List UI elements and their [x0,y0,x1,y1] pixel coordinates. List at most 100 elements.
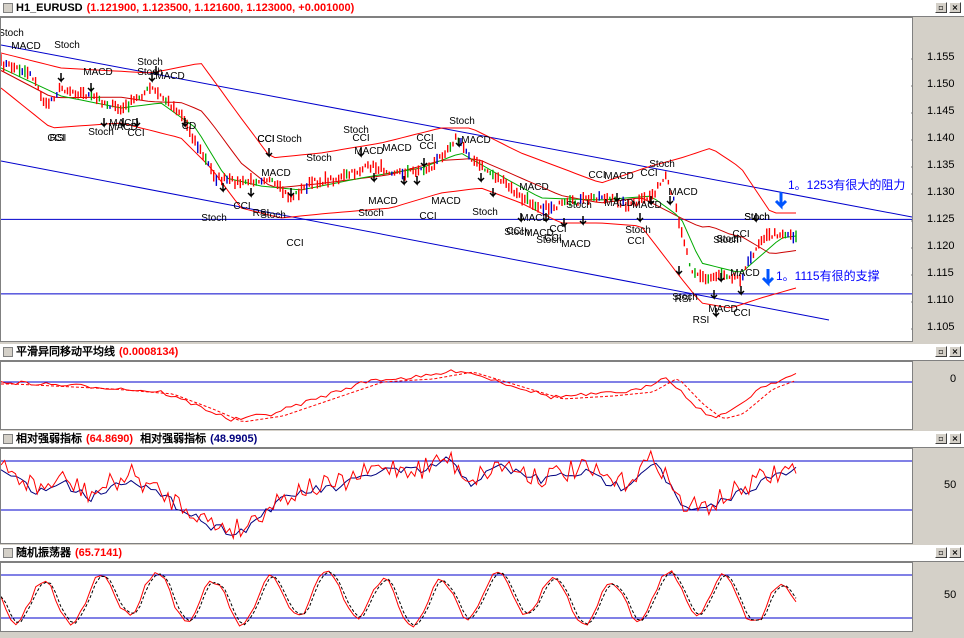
signal-arrow-icon [420,158,428,168]
signal-marker: RSI [50,133,67,144]
signal-label: Stoch [260,210,286,221]
stoch-axis-50: 50 [944,589,957,601]
signal-label: CCI [419,211,436,222]
ohlc-values: (1.121900, 1.123500, 1.121600, 1.123000,… [86,2,355,14]
price-chart-svg: StochMACD StochMACDStochStochMACDCCIRSIMA… [0,28,913,330]
signal-marker: Stoch [625,225,651,236]
signal-label: RSI [693,315,710,326]
signal-marker: MACD [431,196,460,207]
price-axis-label: 1.120 [927,240,955,252]
macd-signal-line [1,371,797,423]
signal-label: MACD [561,239,590,250]
rsi-value-1: (64.8690) [86,433,134,445]
macd-close-button[interactable]: × [949,346,961,357]
price-plot[interactable]: Stoch MACD Stoch MACD Stoch Stoch MACD CCI RSI MA… [0,17,913,342]
signal-label: MACD [519,182,548,193]
rsi-line-1 [0,449,797,541]
price-axis-label: 1.130 [927,186,955,198]
stoch-close-button[interactable]: × [949,547,961,558]
signal-label: Stoch [672,292,698,303]
signal-label: CD [182,121,196,132]
signal-marker: MACD [354,146,383,157]
signal-marker: Stoch [472,207,498,218]
signal-marker: MACD [632,200,661,211]
stoch-plot[interactable] [0,562,913,632]
signal-label: Stoch [54,40,80,51]
signal-marker: CCI [286,238,303,249]
signal-marker: MACD [261,168,290,179]
chart-window-icon [3,3,13,13]
signal-arrow-icon [100,118,108,128]
rsi-plot[interactable] [0,448,913,544]
signal-label: MACD [668,187,697,198]
signal-marker: CCI [257,134,274,145]
signal-marker: Stoch [276,134,302,145]
signal-marker: MACD [730,268,759,279]
signal-marker: CCI [640,168,657,179]
signal-arrow-icon [675,266,683,276]
rsi-title-2: 相对强弱指标 [140,433,207,445]
signal-label: MACD [11,41,40,52]
signal-label: MACD [632,200,661,211]
signal-label: Stoch [358,208,384,219]
price-pane: H1_EURUSD (1.121900, 1.123500, 1.121600, … [0,0,964,342]
signal-arrow-icon [579,216,587,226]
signal-marker: CCI [733,308,750,319]
signal-label: MACD [155,71,184,82]
resistance-arrow-icon [774,192,788,210]
bollinger-middle-line [0,70,797,254]
macd-pane: 平滑异同移动平均线 (0.0008134) ▫ × 0 [0,344,964,430]
moving-average-line [0,67,797,273]
macd-value: (0.0008134) [119,346,179,358]
signal-label: Stoch [713,235,739,246]
rsi-line-2 [0,456,797,536]
signal-arrow-icon [636,213,644,223]
signal-marker: CCI [627,236,644,247]
price-axis-label: 1.150 [927,78,955,90]
signal-marker: MACD [524,228,553,239]
macd-axis-zero: 0 [950,373,957,385]
signal-label: Stoch [201,213,227,224]
macd-restore-button[interactable]: ▫ [935,346,947,357]
signal-arrow-icon [477,173,485,183]
signal-label: Stoch [566,200,592,211]
support-annotation: 1。1115有很的支撑 [776,268,880,283]
signal-label: MACD [83,67,112,78]
signal-marker: MACD [461,135,490,146]
signal-label: Stoch [472,207,498,218]
signal-label: Stoch [744,212,770,223]
support-arrow-icon [761,269,775,287]
signal-marker: CCI [419,211,436,222]
signal-marker: MACD [11,41,40,52]
macd-plot[interactable] [0,361,913,430]
stoch-restore-button[interactable]: ▫ [935,547,947,558]
rsi-axis-50: 50 [944,479,957,491]
signal-label: MACD [354,146,383,157]
signal-label: Stoch [1,28,24,39]
close-button[interactable]: × [949,2,961,13]
signal-marker: MACD [368,196,397,207]
signal-label: CCI [286,238,303,249]
macd-titlebar: 平滑异同移动平均线 (0.0008134) ▫ × [0,344,964,361]
indicator-icon [3,434,13,444]
rsi-restore-button[interactable]: ▫ [935,433,947,444]
signal-label: Stoch [625,225,651,236]
signal-marker: Stoch [358,208,384,219]
signal-marker: MACD [519,182,548,193]
price-axis-label: 1.145 [927,105,955,117]
macd-chart-svg [0,369,912,423]
signal-marker: Stoch [744,212,770,223]
signal-label: MACD [431,196,460,207]
signal-arrow-icon [57,73,65,83]
price-axis-label: 1.140 [927,132,955,144]
restore-button[interactable]: ▫ [935,2,947,13]
channel-lower-line [0,160,830,321]
signal-marker: MACD [668,187,697,198]
signal-label: CCI [733,308,750,319]
signal-arrow-icon [737,286,745,296]
rsi-value-2: (48.9905) [210,433,258,445]
signal-marker: RSI [693,315,710,326]
signal-label: Stoch [449,116,475,127]
rsi-close-button[interactable]: × [949,433,961,444]
signal-marker: CCI [588,170,605,181]
